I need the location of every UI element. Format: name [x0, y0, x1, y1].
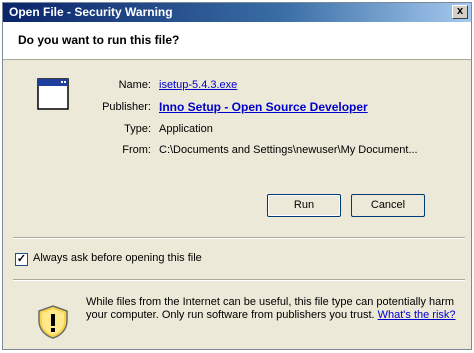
publisher-label: Publisher:	[102, 101, 151, 113]
cancel-button[interactable]: Cancel	[351, 194, 425, 217]
security-warning-dialog: Open File - Security Warning x Do you wa…	[2, 2, 472, 350]
always-ask-label[interactable]: Always ask before opening this file	[33, 252, 202, 264]
close-button[interactable]: x	[452, 5, 468, 19]
always-ask-checkbox[interactable]: ✓	[15, 253, 28, 266]
dialog-header: Do you want to run this file?	[3, 22, 471, 60]
window-title: Open File - Security Warning	[9, 5, 173, 19]
dialog-heading: Do you want to run this file?	[18, 33, 180, 47]
divider	[13, 237, 465, 239]
checkmark-icon: ✓	[16, 253, 27, 265]
application-window-icon	[37, 78, 69, 110]
divider	[13, 279, 465, 281]
name-label: Name:	[118, 79, 151, 91]
file-name-link[interactable]: isetup-5.4.3.exe	[159, 79, 237, 91]
run-button[interactable]: Run	[267, 194, 341, 217]
publisher-link[interactable]: Inno Setup - Open Source Developer	[159, 100, 368, 114]
type-label: Type:	[124, 123, 151, 135]
title-bar[interactable]: Open File - Security Warning x	[3, 3, 471, 22]
from-value: C:\Documents and Settings\newuser\My Doc…	[159, 144, 418, 156]
warning-text: While files from the Internet can be use…	[86, 296, 456, 322]
whats-the-risk-link[interactable]: What's the risk?	[378, 309, 456, 321]
security-shield-icon	[38, 305, 68, 339]
type-value: Application	[159, 123, 213, 135]
from-label: From:	[122, 144, 151, 156]
